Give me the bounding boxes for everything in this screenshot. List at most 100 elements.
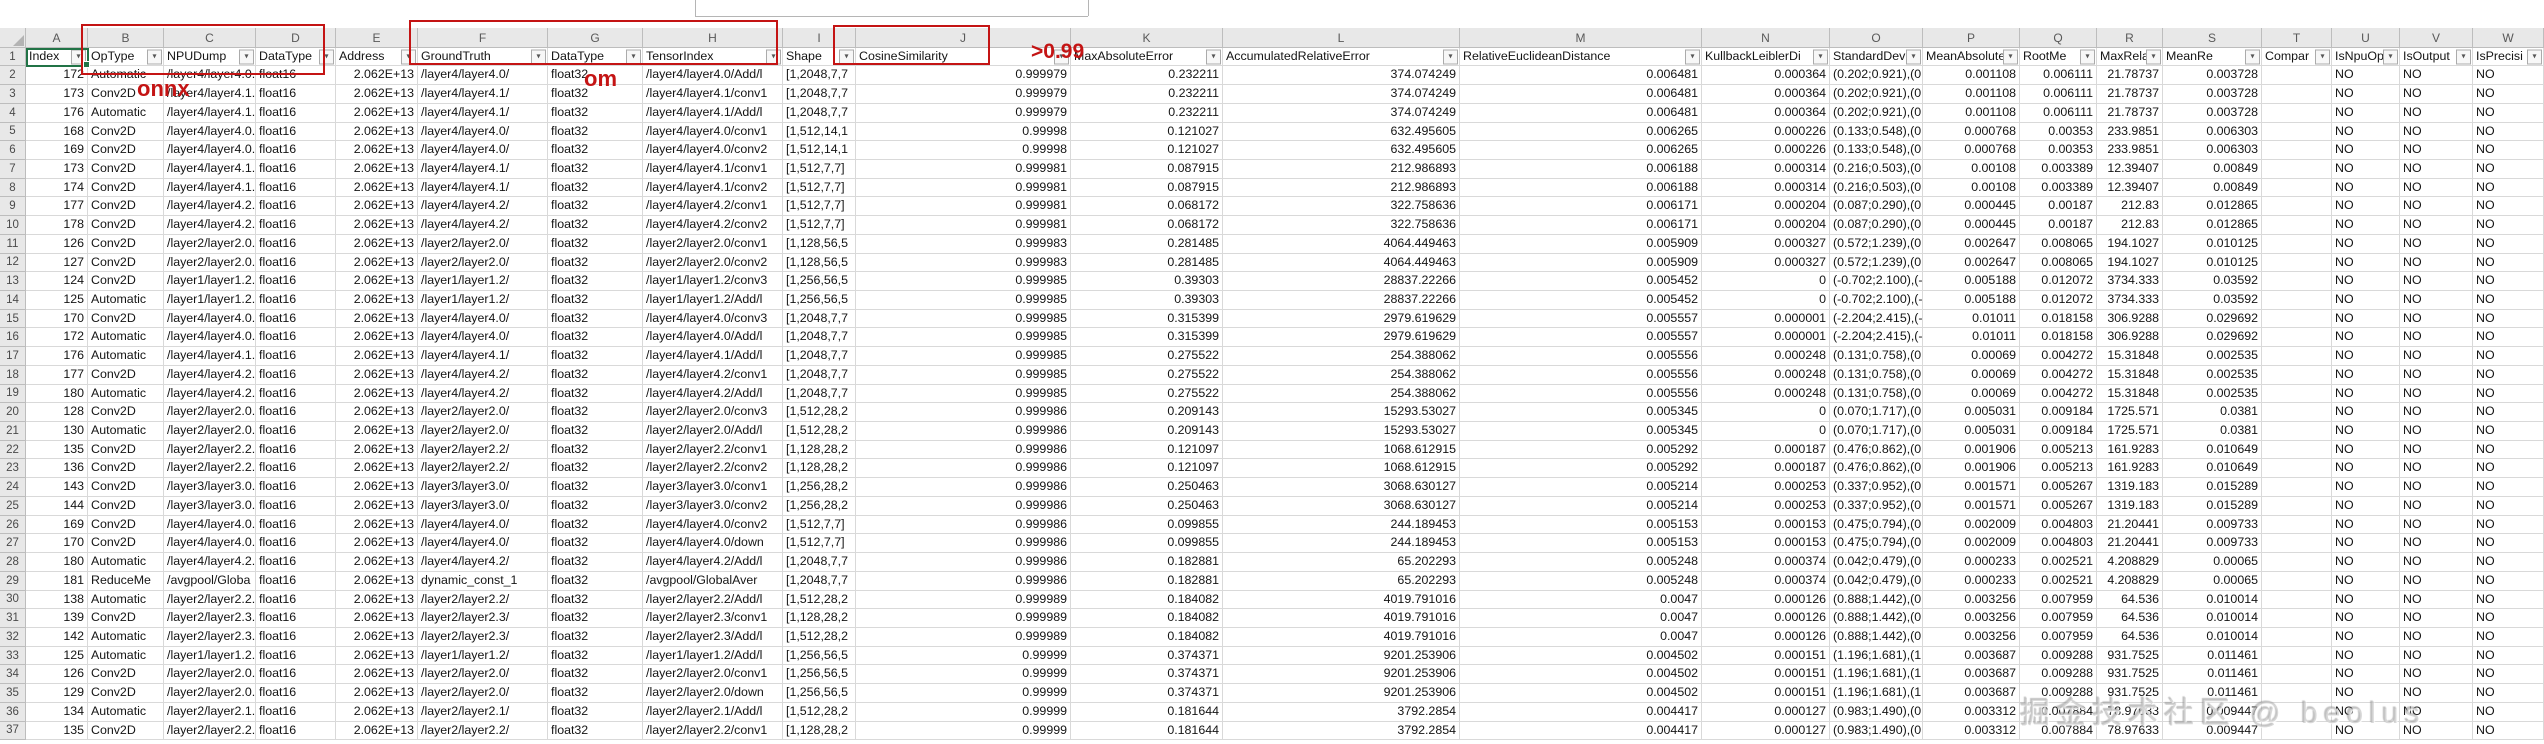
cell[interactable]: 0.004272	[2020, 365, 2097, 385]
cell[interactable]: float32	[548, 440, 643, 460]
row-header-25[interactable]: 25	[0, 496, 26, 516]
cell[interactable]: 0.001108	[1923, 103, 2020, 123]
cell[interactable]: 0.03592	[2163, 291, 2262, 310]
cell[interactable]: 181	[26, 571, 88, 591]
cell[interactable]: 130	[26, 422, 88, 441]
cell[interactable]: 0.181644	[1071, 721, 1223, 741]
cell[interactable]: float16	[256, 571, 336, 591]
cell[interactable]: 0.00065	[2163, 571, 2262, 591]
cell[interactable]: 0.999979	[856, 66, 1071, 86]
cell[interactable]: 0.999985	[856, 384, 1071, 404]
cell[interactable]: 0.999986	[856, 496, 1071, 516]
cell[interactable]: NO	[2473, 515, 2544, 535]
cell[interactable]: 0.999983	[856, 234, 1071, 254]
cell[interactable]: 0.000253	[1702, 496, 1830, 516]
row-header-23[interactable]: 23	[0, 459, 26, 479]
cell[interactable]: 0.004803	[2020, 515, 2097, 535]
cell[interactable]	[2262, 515, 2332, 535]
cell[interactable]: 0.004502	[1460, 665, 1702, 685]
cell[interactable]: 2.062E+13	[336, 328, 418, 348]
cell[interactable]: Conv2D	[88, 234, 164, 254]
cell[interactable]: float16	[256, 141, 336, 160]
cell[interactable]: float32	[548, 684, 643, 703]
cell[interactable]: float16	[256, 122, 336, 142]
cell[interactable]: /layer4/layer4.0.	[164, 141, 256, 160]
cell[interactable]: 306.9288	[2097, 328, 2163, 348]
cell[interactable]: /layer3/layer3.0/conv2	[643, 496, 783, 516]
cell[interactable]: /layer2/layer2.2.	[164, 721, 256, 741]
cell[interactable]: 0.281485	[1071, 234, 1223, 254]
cell[interactable]: Conv2D	[88, 253, 164, 273]
cell[interactable]: 0.999985	[856, 365, 1071, 385]
column-header-f[interactable]: F	[418, 28, 548, 48]
cell[interactable]: (0.133;0.548),(0.	[1830, 122, 1923, 142]
cell[interactable]: /layer4/layer4.0.	[164, 122, 256, 142]
cell[interactable]: 0.00187	[2020, 197, 2097, 217]
cell[interactable]: NO	[2473, 627, 2544, 647]
cell[interactable]: float32	[548, 272, 643, 292]
cell[interactable]: NO	[2473, 103, 2544, 123]
cell[interactable]: NO	[2332, 534, 2400, 554]
cell[interactable]: NO	[2400, 291, 2473, 310]
cell[interactable]: NO	[2332, 609, 2400, 628]
cell[interactable]: 1725.571	[2097, 403, 2163, 423]
cell[interactable]: 0.99999	[856, 646, 1071, 666]
cell[interactable]: 0.000001	[1702, 309, 1830, 329]
cell[interactable]: 0.000126	[1702, 590, 1830, 610]
cell[interactable]: 4019.791016	[1223, 590, 1460, 610]
cell[interactable]: 0.005452	[1460, 291, 1702, 310]
cell[interactable]: 124	[26, 272, 88, 292]
cell[interactable]: float16	[256, 721, 336, 741]
cell[interactable]: float16	[256, 609, 336, 628]
cell[interactable]: /layer2/layer2.2.	[164, 590, 256, 610]
cell[interactable]: 0.182881	[1071, 571, 1223, 591]
cell[interactable]: 2.062E+13	[336, 141, 418, 160]
cell[interactable]: NO	[2400, 459, 2473, 479]
cell[interactable]: float32	[548, 309, 643, 329]
cell[interactable]: 0.006171	[1460, 197, 1702, 217]
cell[interactable]: 64.536	[2097, 590, 2163, 610]
cell[interactable]: 0.001571	[1923, 496, 2020, 516]
cell[interactable]: NO	[2473, 403, 2544, 423]
autofilter-dropdown-button[interactable]: ▾	[839, 49, 854, 65]
cell[interactable]: float32	[548, 553, 643, 572]
cell[interactable]: [1,256,28,2	[783, 496, 856, 516]
cell[interactable]: 2.062E+13	[336, 85, 418, 104]
cell[interactable]: 374.074249	[1223, 103, 1460, 123]
cell[interactable]: [1,256,56,5	[783, 272, 856, 292]
cell[interactable]: /layer2/layer2.3.	[164, 609, 256, 628]
cell[interactable]: 3068.630127	[1223, 478, 1460, 497]
cell[interactable]: float16	[256, 440, 336, 460]
cell[interactable]: 0.005248	[1460, 571, 1702, 591]
cell[interactable]: 0.005213	[2020, 459, 2097, 479]
cell[interactable]: 0.232211	[1071, 85, 1223, 104]
cell[interactable]: 0.000187	[1702, 459, 1830, 479]
cell[interactable]: 0.999986	[856, 459, 1071, 479]
cell[interactable]: (0.131;0.758),(0.	[1830, 347, 1923, 366]
cell[interactable]: NO	[2332, 590, 2400, 610]
cell[interactable]: 134	[26, 702, 88, 722]
cell[interactable]: 0.999986	[856, 440, 1071, 460]
cell[interactable]: 172	[26, 66, 88, 86]
cell[interactable]: NO	[2332, 478, 2400, 497]
cell[interactable]: NO	[2400, 515, 2473, 535]
autofilter-dropdown-button[interactable]: ▾	[71, 49, 86, 65]
cell[interactable]: /layer2/layer2.0.	[164, 665, 256, 685]
cell[interactable]: 0.000374	[1702, 553, 1830, 572]
cell[interactable]: 0.005345	[1460, 422, 1702, 441]
cell[interactable]: (0.888;1.442),(0.	[1830, 590, 1923, 610]
cell[interactable]: NO	[2332, 347, 2400, 366]
cell[interactable]: Automatic	[88, 422, 164, 441]
cell[interactable]: 0.005452	[1460, 272, 1702, 292]
cell[interactable]: 0.000253	[1702, 478, 1830, 497]
autofilter-dropdown-button[interactable]: ▾	[147, 49, 162, 65]
cell[interactable]: 176	[26, 103, 88, 123]
cell[interactable]: 2.062E+13	[336, 609, 418, 628]
cell[interactable]: 374.074249	[1223, 85, 1460, 104]
cell[interactable]: 169	[26, 515, 88, 535]
cell[interactable]: NO	[2473, 141, 2544, 160]
cell[interactable]: 0.03592	[2163, 272, 2262, 292]
row-header-6[interactable]: 6	[0, 141, 26, 160]
cell[interactable]: 0.000233	[1923, 571, 2020, 591]
cell[interactable]: 0.005557	[1460, 309, 1702, 329]
